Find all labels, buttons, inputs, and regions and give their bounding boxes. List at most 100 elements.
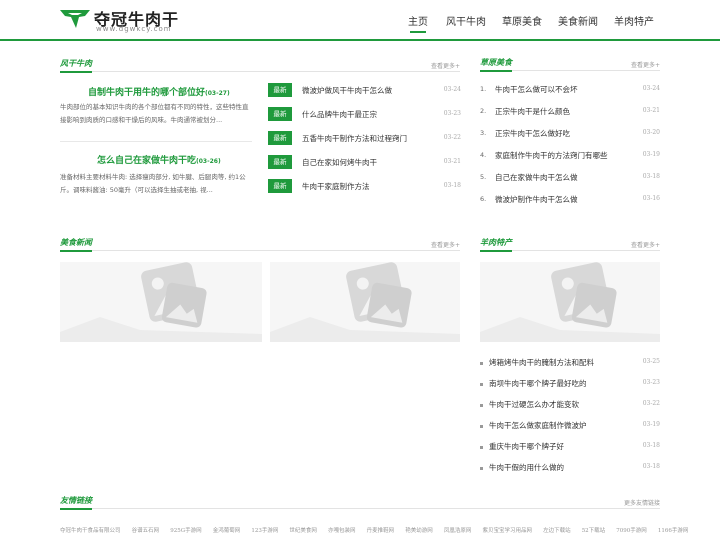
article-date: 03-19 — [642, 151, 660, 158]
article-title[interactable]: 自己在家做牛肉干怎么做 — [495, 172, 578, 183]
friend-link[interactable]: 左边下载站 — [543, 528, 571, 534]
article-title[interactable]: 牛肉干过硬怎么办才能变软 — [489, 399, 579, 410]
friend-link[interactable]: 金鸿葡萄网 — [213, 528, 241, 534]
list-item[interactable]: 最新 自己在家如何烤牛肉干 03-21 — [268, 155, 461, 171]
list-item[interactable]: 3. 正宗牛肉干怎么做好吃 03-20 — [480, 128, 660, 142]
nav-home[interactable]: 主页 — [408, 13, 428, 33]
more-link[interactable]: 查看更多+ — [631, 60, 660, 69]
nav-dried-beef[interactable]: 风干牛肉 — [446, 13, 486, 28]
section-header-grassland-food: 草原美食 查看更多+ — [480, 57, 660, 72]
article-title[interactable]: 牛肉干家庭制作方法 — [302, 181, 370, 192]
article-title[interactable]: 烤箱烤牛肉干的腌制方法和配料 — [489, 357, 594, 368]
article-date: 03-18 — [443, 182, 461, 189]
list-item[interactable]: 重庆牛肉干哪个牌子好 03-18 — [480, 441, 660, 455]
list-item[interactable]: 6. 微波炉制作牛肉干怎么做 03-16 — [480, 194, 660, 208]
article-title[interactable]: 家庭制作牛肉干的方法窍门有哪些 — [495, 150, 608, 161]
list-item[interactable]: 2. 正宗牛肉干是什么颜色 03-21 — [480, 106, 660, 120]
divider — [60, 141, 252, 142]
new-badge: 最新 — [268, 179, 292, 193]
featured-article-summary: 牛肉部位的基本知识牛肉的各个部位都有不同的特性，这些特性直接影响到肉质的口感和干… — [60, 103, 249, 124]
friend-link[interactable]: 123手游网 — [251, 528, 278, 534]
item-number: 2. — [480, 107, 487, 115]
article-title[interactable]: 微波炉制作牛肉干怎么做 — [495, 194, 578, 205]
list-item[interactable]: 最新 五香牛肉干制作方法和过程窍门 03-22 — [268, 131, 461, 147]
section-header-mutton-specialty: 羊肉特产 查看更多+ — [480, 237, 660, 252]
featured-article-title[interactable]: 自制牛肉干用牛的哪个部位好(03-27) — [88, 85, 230, 98]
news-thumbnail[interactable] — [270, 262, 460, 342]
more-link[interactable]: 查看更多+ — [431, 61, 460, 70]
nav-food-news[interactable]: 美食新闻 — [558, 13, 598, 28]
section-title: 友情链接 — [60, 496, 92, 510]
article-date: 03-23 — [443, 110, 461, 117]
friend-link[interactable]: 52下载站 — [582, 528, 606, 534]
friend-link[interactable]: 艳美幼游网 — [405, 528, 433, 534]
friend-link[interactable]: 7090手游网 — [616, 528, 647, 534]
news-thumbnail[interactable] — [60, 262, 262, 342]
section-title: 草原美食 — [480, 58, 512, 72]
list-item[interactable]: 4. 家庭制作牛肉干的方法窍门有哪些 03-19 — [480, 150, 660, 164]
article-date: 03-18 — [642, 173, 660, 180]
list-item[interactable]: 最新 微波炉做风干牛肉干怎么做 03-24 — [268, 83, 461, 99]
bullet-icon — [480, 467, 483, 470]
bullet-icon — [480, 404, 483, 407]
list-item[interactable]: 最新 牛肉干家庭制作方法 03-18 — [268, 179, 461, 195]
featured-date: (03-27) — [205, 90, 230, 97]
friend-link[interactable]: 丹麦推鞋网 — [367, 528, 395, 534]
section-header-dried-beef: 风干牛肉 查看更多+ — [60, 58, 460, 73]
list-item[interactable]: 最新 什么品牌牛肉干最正宗 03-23 — [268, 107, 461, 123]
featured-title-text[interactable]: 怎么自己在家做牛肉干吃 — [97, 156, 196, 166]
bullet-icon — [480, 425, 483, 428]
article-date: 03-16 — [642, 195, 660, 202]
list-item[interactable]: 牛肉干假的用什么做的 03-18 — [480, 462, 660, 476]
site-header: 夺冠牛肉干 www.dgwkcy.com 主页 风干牛肉 草原美食 美食新闻 羊… — [0, 0, 720, 41]
list-item[interactable]: 1. 牛肉干怎么做可以不会坏 03-24 — [480, 84, 660, 98]
more-link[interactable]: 查看更多+ — [431, 240, 460, 249]
image-placeholder-icon — [480, 262, 660, 342]
section-title: 风干牛肉 — [60, 59, 92, 73]
bullet-icon — [480, 446, 483, 449]
friend-link[interactable]: 凤凰浩原网 — [444, 528, 472, 534]
featured-title-text[interactable]: 自制牛肉干用牛的哪个部位好 — [88, 88, 205, 98]
article-date: 03-19 — [642, 421, 660, 428]
featured-date: (03-26) — [196, 158, 221, 165]
article-title[interactable]: 牛肉干假的用什么做的 — [489, 462, 564, 473]
friend-link[interactable]: 世纪美食网 — [289, 528, 317, 534]
list-item[interactable]: 5. 自己在家做牛肉干怎么做 03-18 — [480, 172, 660, 186]
article-title[interactable]: 什么品牌牛肉干最正宗 — [302, 109, 377, 120]
friend-link[interactable]: 1166手游网 — [658, 528, 689, 534]
friend-link[interactable]: 亦嘎包装网 — [328, 528, 356, 534]
list-item[interactable]: 烤箱烤牛肉干的腌制方法和配料 03-25 — [480, 357, 660, 371]
list-item[interactable]: 南坝牛肉干哪个牌子最好吃的 03-23 — [480, 378, 660, 392]
bullet-icon — [480, 383, 483, 386]
new-badge: 最新 — [268, 155, 292, 169]
article-title[interactable]: 正宗牛肉干怎么做好吃 — [495, 128, 570, 139]
specialty-thumbnail[interactable] — [480, 262, 660, 342]
item-number: 3. — [480, 129, 487, 137]
article-title[interactable]: 牛肉干怎么做可以不会坏 — [495, 84, 578, 95]
item-number: 1. — [480, 85, 487, 93]
list-item[interactable]: 牛肉干怎么做家庭制作微波炉 03-19 — [480, 420, 660, 434]
article-title[interactable]: 重庆牛肉干哪个牌子好 — [489, 441, 564, 452]
friend-link[interactable]: 夺冠牛肉干食品有限公司 — [60, 528, 121, 534]
more-links[interactable]: 更多友情链接 — [624, 498, 660, 507]
article-title[interactable]: 正宗牛肉干是什么颜色 — [495, 106, 570, 117]
article-date: 03-18 — [642, 463, 660, 470]
image-placeholder-icon — [60, 262, 262, 342]
article-title[interactable]: 南坝牛肉干哪个牌子最好吃的 — [489, 378, 587, 389]
article-title[interactable]: 牛肉干怎么做家庭制作微波炉 — [489, 420, 587, 431]
featured-article-title[interactable]: 怎么自己在家做牛肉干吃(03-26) — [97, 153, 221, 166]
article-title[interactable]: 五香牛肉干制作方法和过程窍门 — [302, 133, 407, 144]
friend-link[interactable]: 925G手游网 — [170, 528, 201, 534]
new-badge: 最新 — [268, 131, 292, 145]
list-item[interactable]: 牛肉干过硬怎么办才能变软 03-22 — [480, 399, 660, 413]
article-date: 03-24 — [443, 86, 461, 93]
more-link[interactable]: 查看更多+ — [631, 240, 660, 249]
article-title[interactable]: 微波炉做风干牛肉干怎么做 — [302, 85, 392, 96]
friend-link[interactable]: 紫贝宝宝学习用品网 — [482, 528, 532, 534]
nav-grassland-food[interactable]: 草原美食 — [502, 13, 542, 28]
item-number: 4. — [480, 151, 487, 159]
article-title[interactable]: 自己在家如何烤牛肉干 — [302, 157, 377, 168]
friend-link[interactable]: 谷谱五石网 — [132, 528, 160, 534]
nav-mutton-specialty[interactable]: 羊肉特产 — [614, 13, 654, 28]
article-date: 03-23 — [642, 379, 660, 386]
